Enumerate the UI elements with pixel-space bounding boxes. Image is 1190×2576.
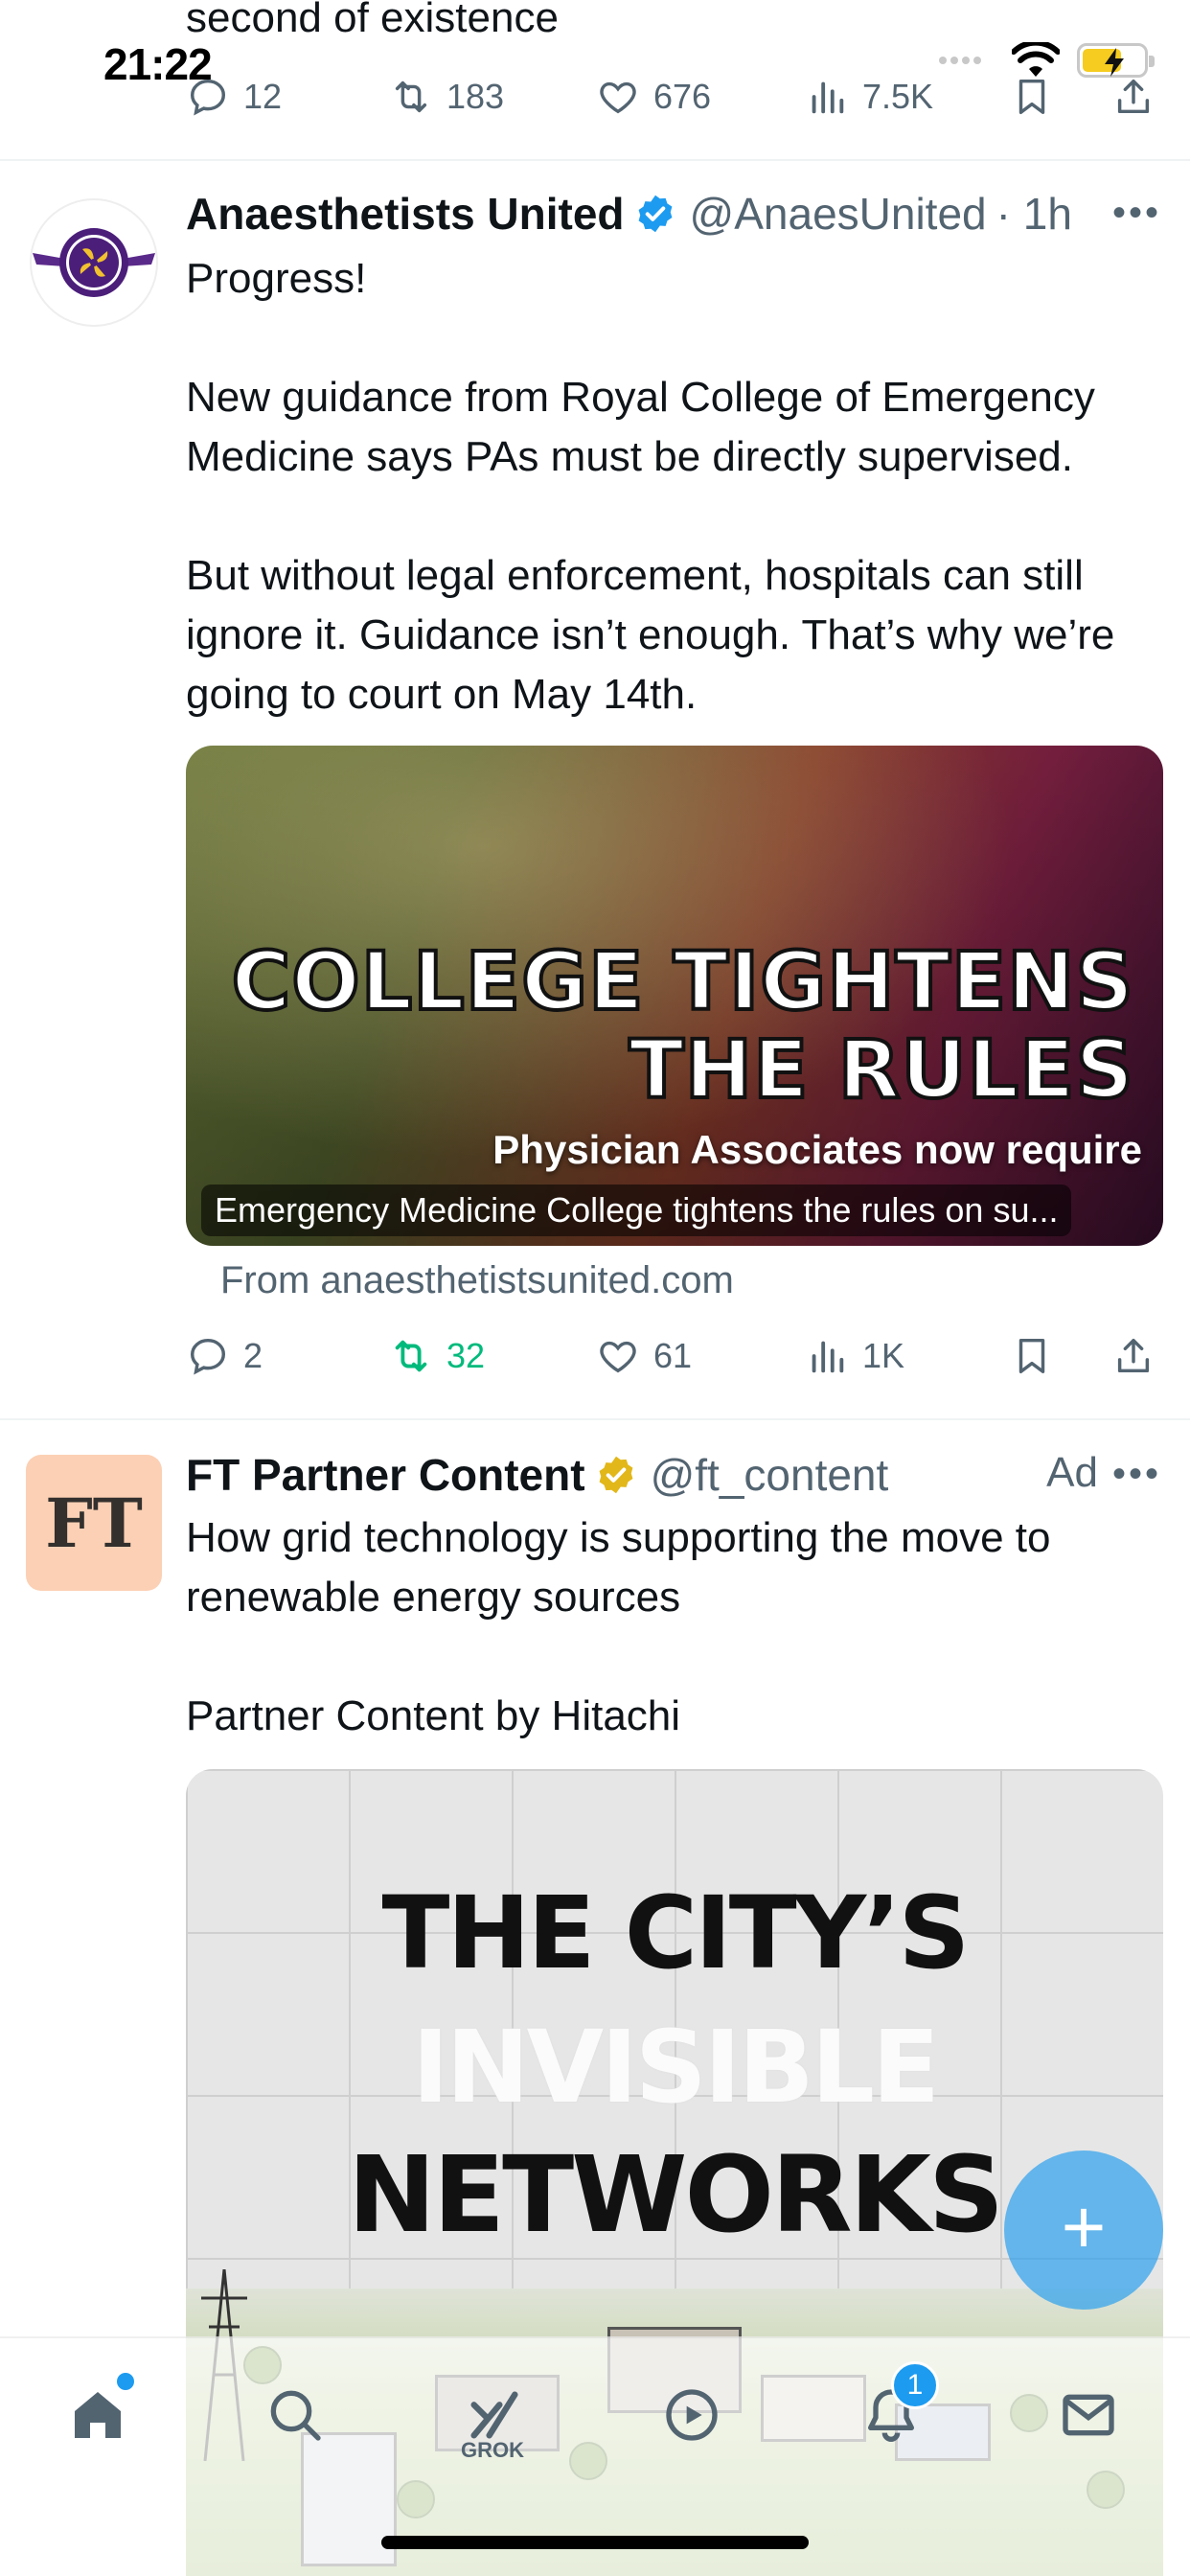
reply-icon — [190, 79, 226, 116]
bookmark-icon — [1018, 1338, 1045, 1374]
bookmark-icon — [1018, 79, 1045, 115]
retweet-button[interactable]: 32 — [389, 1334, 485, 1378]
notifications-badge: 1 — [891, 2361, 939, 2409]
views-chart-icon — [812, 81, 844, 114]
verified-badge-icon — [638, 195, 672, 233]
tweet-divider — [0, 1418, 1190, 1420]
home-indicator — [381, 2536, 809, 2549]
nav-notifications[interactable]: 1 — [853, 2361, 939, 2453]
card-caption: Emergency Medicine College tightens the … — [201, 1184, 1072, 1236]
tweet-header: FT Partner Content @ft_content — [186, 1449, 888, 1501]
grok-icon — [470, 2391, 518, 2439]
more-options-icon[interactable]: ••• — [1112, 192, 1161, 235]
views-count: 7.5K — [862, 77, 934, 116]
nav-video[interactable] — [653, 2377, 730, 2453]
tweet-divider — [0, 159, 1190, 161]
nav-home[interactable] — [59, 2373, 136, 2453]
share-icon — [1117, 1338, 1150, 1373]
reply-button[interactable]: 2 — [186, 1334, 263, 1378]
card-source-link[interactable]: From anaesthetistsunited.com — [220, 1259, 734, 1302]
wifi-icon — [1012, 42, 1060, 77]
author-handle[interactable]: @ft_content — [651, 1449, 889, 1501]
share-icon — [1117, 79, 1150, 114]
ad-card-title-line: THE CITY’S — [381, 1874, 971, 1991]
like-count: 61 — [653, 1336, 693, 1375]
cellular-signal-icon — [939, 57, 981, 64]
mail-icon — [1063, 2394, 1114, 2436]
retweet-count: 183 — [446, 77, 505, 116]
reply-icon — [190, 1338, 226, 1375]
status-icons — [937, 42, 1155, 79]
battery-icon — [1077, 43, 1155, 78]
tweet-header: Anaesthetists United @AnaesUnited · 1h — [186, 188, 1072, 240]
link-card-image[interactable]: COLLEGE TIGHTENS THE RULES Physician Ass… — [186, 746, 1163, 1246]
tweet-paragraph: Partner Content by Hitachi — [186, 1692, 681, 1739]
bookmark-button[interactable] — [1010, 1334, 1054, 1378]
views-chart-icon — [812, 1341, 844, 1373]
tweet-text: How grid technology is supporting the mo… — [186, 1508, 1173, 1746]
nav-search[interactable] — [257, 2377, 333, 2453]
heart-icon — [600, 1341, 636, 1373]
card-headline: COLLEGE TIGHTENS THE RULES — [230, 934, 1135, 1116]
like-button[interactable]: 676 — [596, 75, 711, 119]
tweet-paragraph: New guidance from Royal College of Emerg… — [186, 374, 1095, 480]
nav-messages[interactable] — [1050, 2377, 1127, 2453]
author-name[interactable]: Anaesthetists United — [186, 188, 625, 240]
compose-tweet-button[interactable]: + — [1004, 2150, 1163, 2310]
views-button[interactable]: 1K — [805, 1334, 904, 1378]
home-unread-dot — [117, 2373, 134, 2390]
anaesthetists-united-logo — [27, 196, 161, 330]
avatar-ft-partner-content[interactable]: FT — [26, 1455, 162, 1591]
more-options-icon[interactable]: ••• — [1112, 1453, 1161, 1496]
retweet-icon — [395, 1340, 427, 1372]
grok-label: GROK — [461, 2438, 524, 2462]
tweet-paragraph: Progress! — [186, 255, 367, 302]
author-name[interactable]: FT Partner Content — [186, 1449, 585, 1501]
tweet-timestamp[interactable]: · 1h — [996, 188, 1072, 240]
like-button[interactable]: 61 — [596, 1334, 692, 1378]
share-button[interactable] — [1111, 1334, 1156, 1378]
share-button[interactable] — [1111, 75, 1156, 119]
card-headline-line: COLLEGE TIGHTENS — [230, 934, 1135, 1028]
card-subheadline: Physician Associates now require — [492, 1127, 1142, 1172]
tweet-paragraph: How grid technology is supporting the mo… — [186, 1514, 1051, 1621]
views-count: 1K — [862, 1336, 905, 1375]
search-icon — [270, 2390, 321, 2441]
views-button[interactable]: 7.5K — [805, 75, 933, 119]
nav-grok[interactable]: GROK — [456, 2377, 533, 2462]
like-count: 676 — [653, 77, 712, 116]
reply-count: 2 — [243, 1336, 263, 1375]
retweet-count: 32 — [446, 1336, 486, 1375]
home-icon — [75, 2392, 121, 2438]
tweet-paragraph: But without legal enforcement, hospitals… — [186, 552, 1115, 718]
tweet-text: Progress! New guidance from Royal Colleg… — [186, 249, 1173, 724]
ad-label: Ad — [1046, 1449, 1098, 1496]
card-headline-line: THE RULES — [627, 1023, 1135, 1116]
author-handle[interactable]: @AnaesUnited — [690, 188, 987, 240]
retweet-button[interactable]: 183 — [389, 75, 504, 119]
previous-tweet-text: second of existence — [186, 0, 559, 41]
play-circle-icon — [666, 2389, 718, 2441]
verified-gold-badge-icon — [599, 1456, 632, 1494]
heart-icon — [600, 81, 636, 114]
reply-count: 12 — [243, 77, 283, 116]
avatar-anaesthetists-united[interactable] — [27, 196, 161, 330]
plus-icon: + — [1061, 2184, 1107, 2269]
reply-button[interactable]: 12 — [186, 75, 282, 119]
bookmark-button[interactable] — [1010, 75, 1054, 119]
ad-card-title-line: INVISIBLE — [411, 2009, 940, 2126]
retweet-icon — [395, 80, 427, 113]
